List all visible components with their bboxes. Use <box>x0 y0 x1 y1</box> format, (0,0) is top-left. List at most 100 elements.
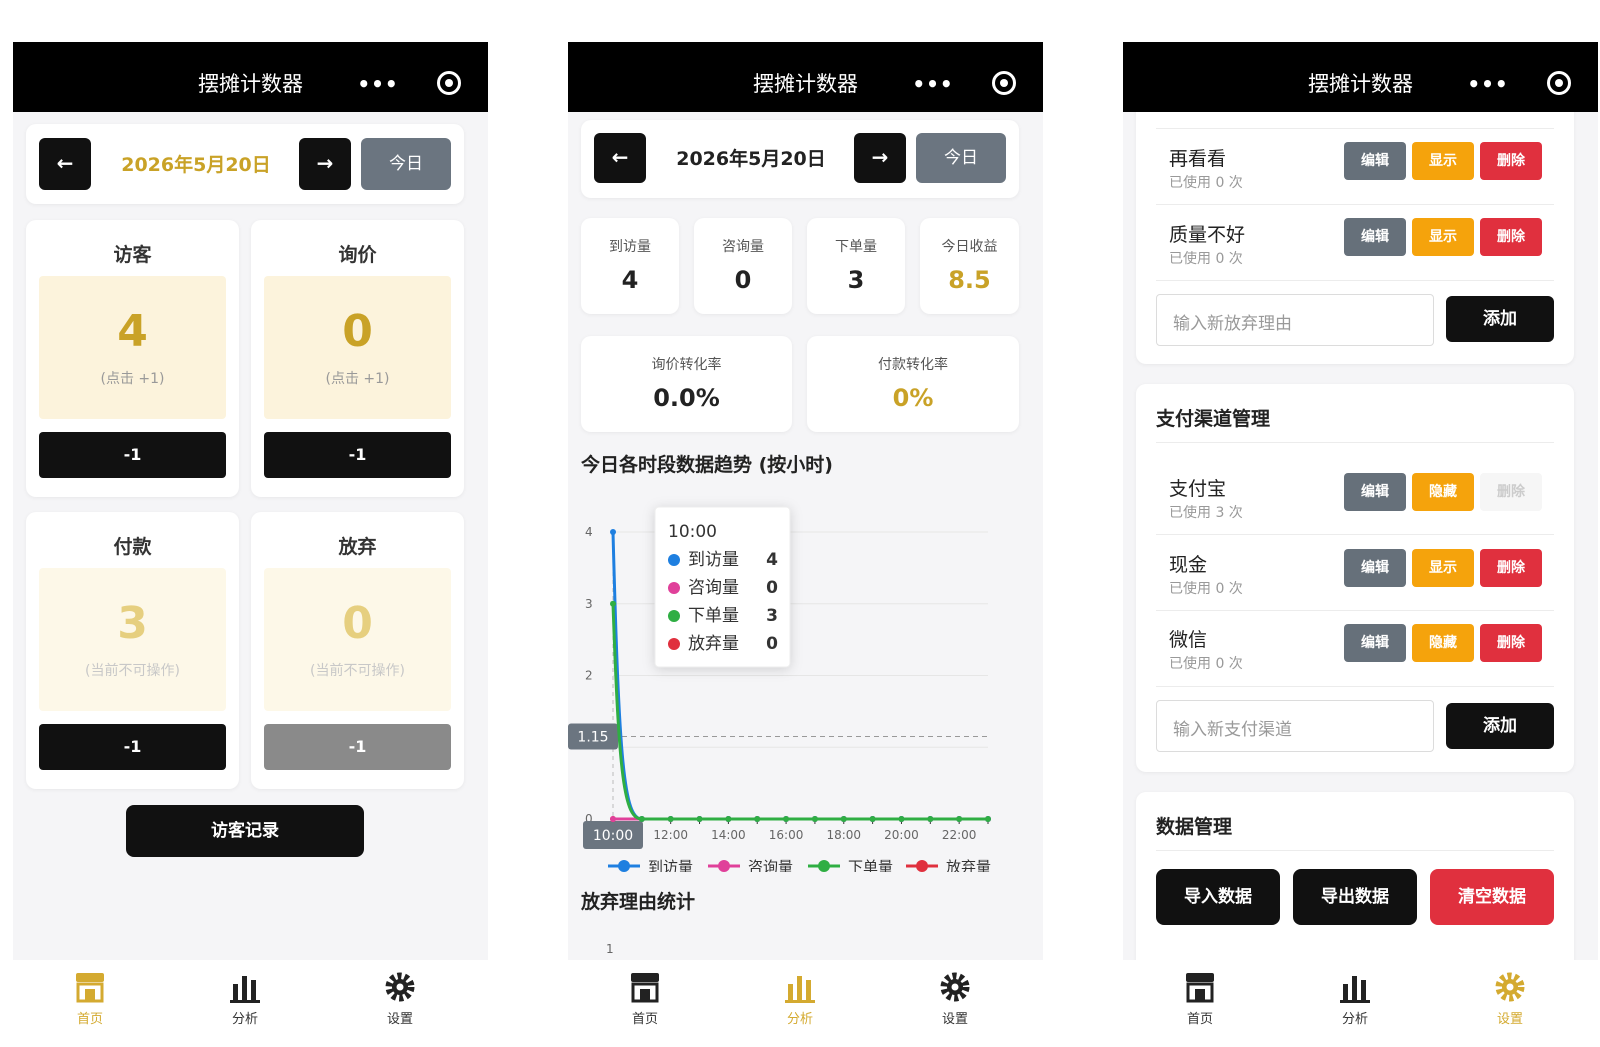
nav-analysis[interactable]: 分析 <box>1315 966 1395 1036</box>
trend-line-chart[interactable]: 0 2 3 4 12:00 14:00 16:00 18:00 20:00 22:00 1.15 10… <box>568 492 1043 872</box>
edit-button[interactable]: 编辑 <box>1344 549 1406 587</box>
abandon-minus-button[interactable]: -1 <box>264 724 451 770</box>
edit-button[interactable]: 编辑 <box>1344 624 1406 662</box>
payment-increment-area: 3 (当前不可操作) <box>39 568 226 711</box>
edit-button[interactable]: 编辑 <box>1344 142 1406 180</box>
legend-label: 咨询量 <box>748 858 793 872</box>
nav-settings[interactable]: 设置 <box>360 966 440 1036</box>
delete-button[interactable]: 删除 <box>1480 549 1542 587</box>
store-icon <box>1186 973 1214 1003</box>
toggle-visibility-button[interactable]: 显示 <box>1412 218 1474 256</box>
toggle-visibility-button[interactable]: 显示 <box>1412 549 1474 587</box>
import-data-button[interactable]: 导入数据 <box>1156 869 1280 925</box>
store-icon <box>76 973 104 1003</box>
stat-value: 4 <box>621 266 639 294</box>
stat-card-visits: 到访量 4 <box>581 218 679 314</box>
channel-name: 现金 <box>1169 554 1208 576</box>
x-tick-label: 14:00 <box>711 828 746 842</box>
visitor-increment-area[interactable]: 4 (点击 +1) <box>39 276 226 419</box>
more-dots-icon[interactable]: ••• <box>1463 68 1513 100</box>
next-day-button[interactable]: → <box>299 138 351 190</box>
toggle-visibility-button[interactable]: 显示 <box>1412 142 1474 180</box>
divider <box>1156 204 1554 205</box>
data-management-title: 数据管理 <box>1156 816 1233 838</box>
toggle-visibility-button[interactable]: 隐藏 <box>1412 473 1474 511</box>
settings-screen: 摆摊计数器 ••• 再看看 已使用 0 次 编辑 显示 删除 质量不好 已使用 … <box>1123 42 1598 1042</box>
edit-button[interactable]: 编辑 <box>1344 218 1406 256</box>
inquiry-minus-button[interactable]: -1 <box>264 432 451 478</box>
export-data-button[interactable]: 导出数据 <box>1293 869 1417 925</box>
delete-button[interactable]: 删除 <box>1480 624 1542 662</box>
abandon-axis-tick: 1 <box>606 942 614 956</box>
next-day-button[interactable]: → <box>854 133 906 183</box>
counter-value: 0 <box>342 598 373 649</box>
visitor-log-button[interactable]: 访客记录 <box>126 805 364 857</box>
visitor-minus-button[interactable]: -1 <box>39 432 226 478</box>
divider <box>1156 128 1554 129</box>
legend-label: 下单量 <box>848 858 893 872</box>
add-channel-button[interactable]: 添加 <box>1446 703 1554 749</box>
nav-home[interactable]: 首页 <box>605 966 685 1036</box>
nav-analysis[interactable]: 分析 <box>760 966 840 1036</box>
gear-icon <box>385 972 415 1002</box>
more-dots-icon[interactable]: ••• <box>908 68 958 100</box>
payment-minus-button[interactable]: -1 <box>39 724 226 770</box>
record-target-icon[interactable] <box>437 71 461 95</box>
bottom-nav: 首页 分析 设置 <box>1123 960 1598 1042</box>
bottom-nav: 首页 分析 设置 <box>568 960 1043 1042</box>
x-tick-label: 22:00 <box>942 828 977 842</box>
stat-card-inquiries: 咨询量 0 <box>694 218 792 314</box>
divider <box>1156 280 1554 281</box>
inquiry-increment-area[interactable]: 0 (点击 +1) <box>264 276 451 419</box>
data-point <box>840 816 847 822</box>
delete-button[interactable]: 删除 <box>1480 142 1542 180</box>
edit-button[interactable]: 编辑 <box>1344 473 1406 511</box>
channel-usage: 已使用 0 次 <box>1169 656 1243 672</box>
home-screen: 摆摊计数器 ••• ← 2026年5月20日 → 今日 访客 4 (点击 +1)… <box>13 42 488 1042</box>
nav-settings[interactable]: 设置 <box>915 966 995 1036</box>
record-target-icon[interactable] <box>1547 71 1571 95</box>
legend-swatch-dot <box>916 860 928 872</box>
crosshair-x-value: 10:00 <box>593 828 633 844</box>
new-reason-input[interactable]: 输入新放弃理由 <box>1156 294 1434 346</box>
prev-day-button[interactable]: ← <box>594 133 646 183</box>
tooltip-series-name: 到访量 <box>688 550 739 570</box>
data-point <box>898 816 905 822</box>
data-point <box>811 816 818 822</box>
counter-hint: (当前不可操作) <box>310 663 405 679</box>
abandon-reasons-card: 再看看 已使用 0 次 编辑 显示 删除 质量不好 已使用 0 次 编辑 显示 … <box>1136 92 1574 364</box>
new-channel-input[interactable]: 输入新支付渠道 <box>1156 700 1434 752</box>
clear-data-button[interactable]: 清空数据 <box>1430 869 1554 925</box>
nav-analysis[interactable]: 分析 <box>205 966 285 1036</box>
add-reason-button[interactable]: 添加 <box>1446 296 1554 342</box>
today-button[interactable]: 今日 <box>361 138 451 190</box>
abandon-title: 放弃理由统计 <box>581 891 696 913</box>
counter-title: 放弃 <box>338 536 377 558</box>
counter-title: 访客 <box>113 244 152 266</box>
data-point <box>754 816 761 822</box>
prev-day-button[interactable]: ← <box>39 138 91 190</box>
analysis-screen: 摆摊计数器 ••• ← 2026年5月20日 → 今日 到访量 4 咨询量 0 … <box>568 42 1043 1042</box>
delete-button[interactable]: 删除 <box>1480 218 1542 256</box>
stat-label: 下单量 <box>835 239 877 255</box>
toggle-visibility-button[interactable]: 隐藏 <box>1412 624 1474 662</box>
stat-value: 0 <box>734 266 752 294</box>
x-tick-label: 12:00 <box>653 828 688 842</box>
data-point <box>610 600 616 607</box>
data-point <box>696 816 703 822</box>
nav-home[interactable]: 首页 <box>50 966 130 1036</box>
app-title: 摆摊计数器 <box>1308 72 1413 96</box>
tooltip-series-name: 下单量 <box>688 606 739 626</box>
title-bar: 摆摊计数器 ••• <box>1123 42 1598 112</box>
y-tick-label: 3 <box>585 597 593 611</box>
record-target-icon[interactable] <box>992 71 1016 95</box>
nav-home[interactable]: 首页 <box>1160 966 1240 1036</box>
current-date: 2026年5月20日 <box>676 148 826 170</box>
counter-hint: (点击 +1) <box>325 371 390 387</box>
nav-settings[interactable]: 设置 <box>1470 966 1550 1036</box>
abandon-increment-area: 0 (当前不可操作) <box>264 568 451 711</box>
more-dots-icon[interactable]: ••• <box>353 68 403 100</box>
today-button[interactable]: 今日 <box>916 133 1006 183</box>
tooltip-series-value: 0 <box>766 634 778 654</box>
input-placeholder: 输入新放弃理由 <box>1173 314 1292 334</box>
